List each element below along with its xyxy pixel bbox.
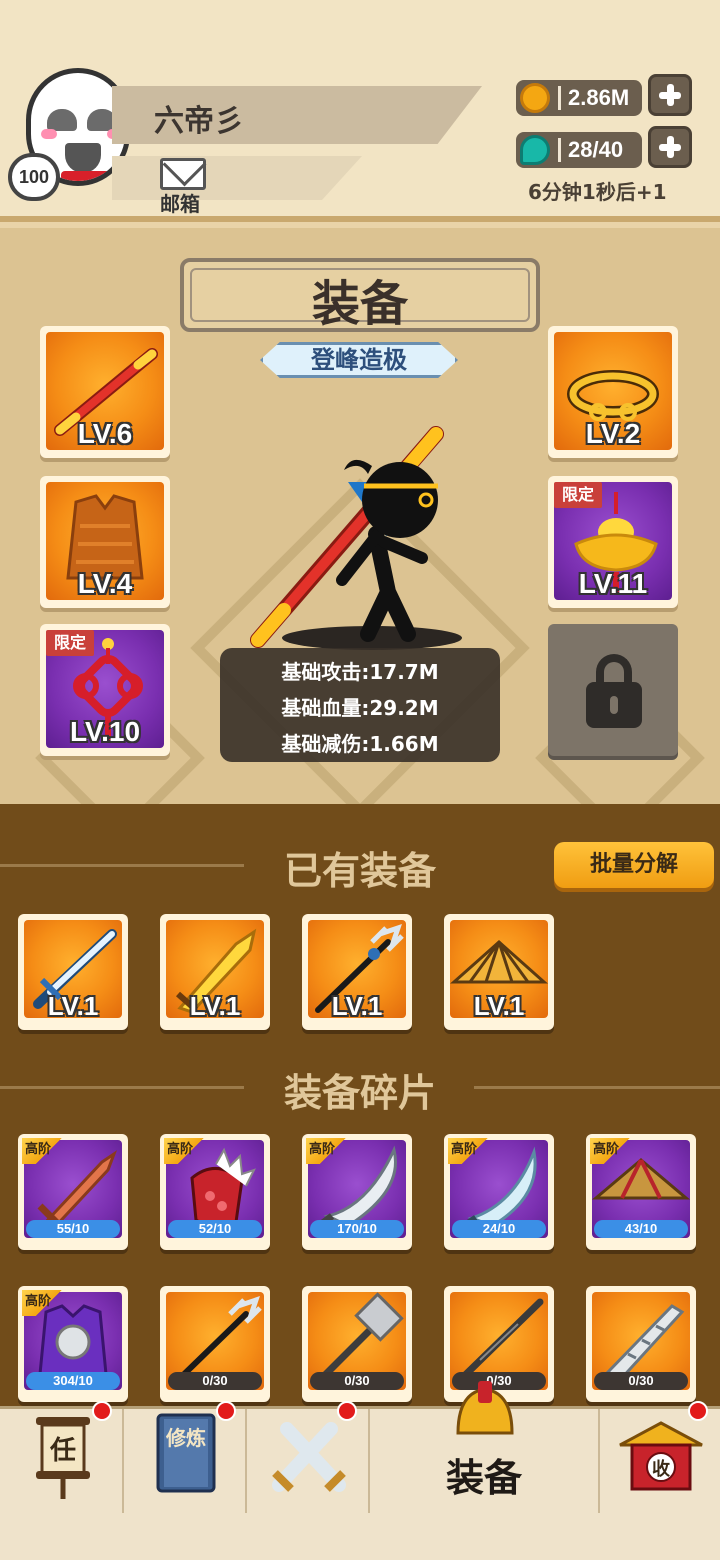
slot-level: LV.2 — [585, 418, 641, 449]
fragments-section-title: 装备碎片 — [283, 1071, 436, 1115]
add-coins-button[interactable] — [648, 74, 692, 116]
refill-timer: 6分钟1秒后+1 — [528, 180, 667, 204]
stat-hp: 基础血量:29.2M — [281, 696, 439, 720]
fragment-item[interactable]: 高阶 55/10 — [18, 1134, 128, 1250]
fragment-count: 52/10 — [168, 1220, 262, 1238]
nav-tab-train[interactable]: 修炼 — [124, 1401, 247, 1513]
high-grade-tag: 高阶 — [448, 1138, 488, 1164]
slot-level: LV.10 — [69, 716, 141, 747]
owned-item[interactable]: LV.1 — [302, 914, 412, 1030]
high-grade-tag: 高阶 — [22, 1290, 62, 1316]
task-scroll-icon: 任 — [36, 1417, 90, 1499]
fragment-count: 55/10 — [26, 1220, 120, 1238]
mailbox-label: 邮箱 — [160, 192, 200, 216]
item-level: LV.1 — [473, 991, 525, 1021]
collect-icon-glyph: 收 — [652, 1458, 670, 1480]
stat-attack: 基础攻击:17.7M — [281, 660, 439, 684]
owned-item[interactable]: LV.1 — [444, 914, 554, 1030]
gem-counter: 28/40 — [516, 132, 642, 168]
avatar-eye-left — [47, 109, 77, 131]
coin-value: 2.86M — [568, 85, 630, 110]
high-grade-tag: 高阶 — [306, 1138, 346, 1164]
fragment-count: 43/10 — [594, 1220, 688, 1238]
item-level: LV.1 — [47, 991, 99, 1021]
nav-tab-equip[interactable]: 装备 — [370, 1381, 600, 1513]
batch-dismantle-button[interactable]: 批量分解 — [554, 842, 714, 888]
equip-slot-treasure[interactable]: 限定 LV.11 — [548, 476, 678, 608]
locked-slot[interactable] — [548, 624, 678, 756]
avatar-mouth — [65, 143, 101, 173]
coin-counter: 2.86M — [516, 80, 642, 116]
train-icon-glyph: 修炼 — [165, 1426, 206, 1450]
inventory-panel: 已有装备 批量分解 LV.1 LV.1 LV.1 LV.1 装备碎片 高阶 55… — [0, 804, 720, 1408]
avatar-scarf — [61, 171, 111, 181]
bottom-nav: 任 修炼 装备 收 — [0, 1381, 720, 1560]
slot-level: LV.4 — [77, 568, 133, 599]
rank-badge: 登峰造极 — [260, 342, 458, 378]
helmet-icon — [456, 1381, 514, 1435]
nav-tab-battle[interactable] — [247, 1401, 370, 1513]
player-name: 六帝彡 — [154, 104, 244, 139]
lock-keyhole — [610, 696, 618, 714]
fragment-count: 24/10 — [452, 1220, 546, 1238]
stat-defense: 基础减伤:1.66M — [281, 732, 439, 756]
page-title: 装备 — [311, 276, 408, 332]
fragment-item[interactable]: 0/30 — [160, 1286, 270, 1402]
mail-icon — [160, 158, 206, 190]
coin-separator — [558, 86, 561, 110]
high-grade-tag: 高阶 — [22, 1138, 62, 1164]
gem-separator — [558, 138, 561, 162]
nav-equip-label: 装备 — [445, 1456, 522, 1500]
fragment-item[interactable]: 高阶 43/10 — [586, 1134, 696, 1250]
equip-slot-weapon[interactable]: LV.6 — [40, 326, 170, 458]
fragment-count: 304/10 — [26, 1372, 120, 1390]
owned-item[interactable]: LV.1 — [160, 914, 270, 1030]
fragment-count: 0/30 — [594, 1372, 688, 1390]
sub-bar-bg — [112, 156, 362, 200]
equip-slot-headband[interactable]: LV.2 — [548, 326, 678, 458]
item-level: LV.1 — [189, 991, 241, 1021]
add-gems-button[interactable] — [648, 126, 692, 168]
fragment-item[interactable]: 0/30 — [586, 1286, 696, 1402]
fragment-count: 0/30 — [310, 1372, 404, 1390]
pavilion-icon: 收 — [619, 1421, 703, 1491]
fragment-count: 0/30 — [168, 1372, 262, 1390]
avatar-blush-left — [41, 129, 57, 139]
equipment-stage: 装备 登峰造极 LV.6 LV.4 限定 LV.10 LV.2 限定 LV.11… — [0, 228, 720, 804]
fragment-item[interactable]: 高阶 170/10 — [302, 1134, 412, 1250]
training-book-icon: 修炼 — [156, 1413, 216, 1493]
high-grade-tag: 高阶 — [164, 1138, 204, 1164]
coin-icon — [520, 83, 550, 113]
fragment-item[interactable]: 高阶 304/10 — [18, 1286, 128, 1402]
equip-slot-armor[interactable]: LV.4 — [40, 476, 170, 608]
owned-item[interactable]: LV.1 — [18, 914, 128, 1030]
slot-level: LV.11 — [578, 568, 648, 599]
slot-level: LV.6 — [77, 418, 133, 449]
gem-value: 28/40 — [568, 137, 624, 162]
fragment-count: 170/10 — [310, 1220, 404, 1238]
base-stats-panel: 基础攻击:17.7M 基础血量:29.2M 基础减伤:1.66M — [220, 648, 500, 762]
gem-icon — [520, 135, 550, 165]
item-level: LV.1 — [331, 991, 383, 1021]
notification-dot — [337, 1401, 357, 1421]
crossed-swords-icon — [272, 1422, 346, 1492]
fragment-item[interactable]: 0/30 — [302, 1286, 412, 1402]
top-header: 100 六帝彡 邮箱 2.86M 28/40 6分钟1秒后+1 — [0, 0, 720, 222]
high-grade-tag: 高阶 — [590, 1138, 630, 1164]
player-level-badge: 100 — [8, 153, 60, 201]
notification-dot — [688, 1401, 708, 1421]
limited-tag: 限定 — [46, 630, 94, 656]
equip-slot-accessory[interactable]: 限定 LV.10 — [40, 624, 170, 756]
fragment-item[interactable]: 高阶 24/10 — [444, 1134, 554, 1250]
notification-dot — [92, 1401, 112, 1421]
task-icon-glyph: 任 — [49, 1436, 76, 1466]
nav-tab-task[interactable]: 任 — [0, 1401, 124, 1513]
fragment-item[interactable]: 高阶 52/10 — [160, 1134, 270, 1250]
stickman-character — [250, 426, 462, 650]
mailbox-button[interactable]: 邮箱 — [156, 158, 210, 216]
nav-tab-collect[interactable]: 收 — [600, 1401, 720, 1513]
limited-tag: 限定 — [554, 482, 602, 508]
notification-dot — [216, 1401, 236, 1421]
